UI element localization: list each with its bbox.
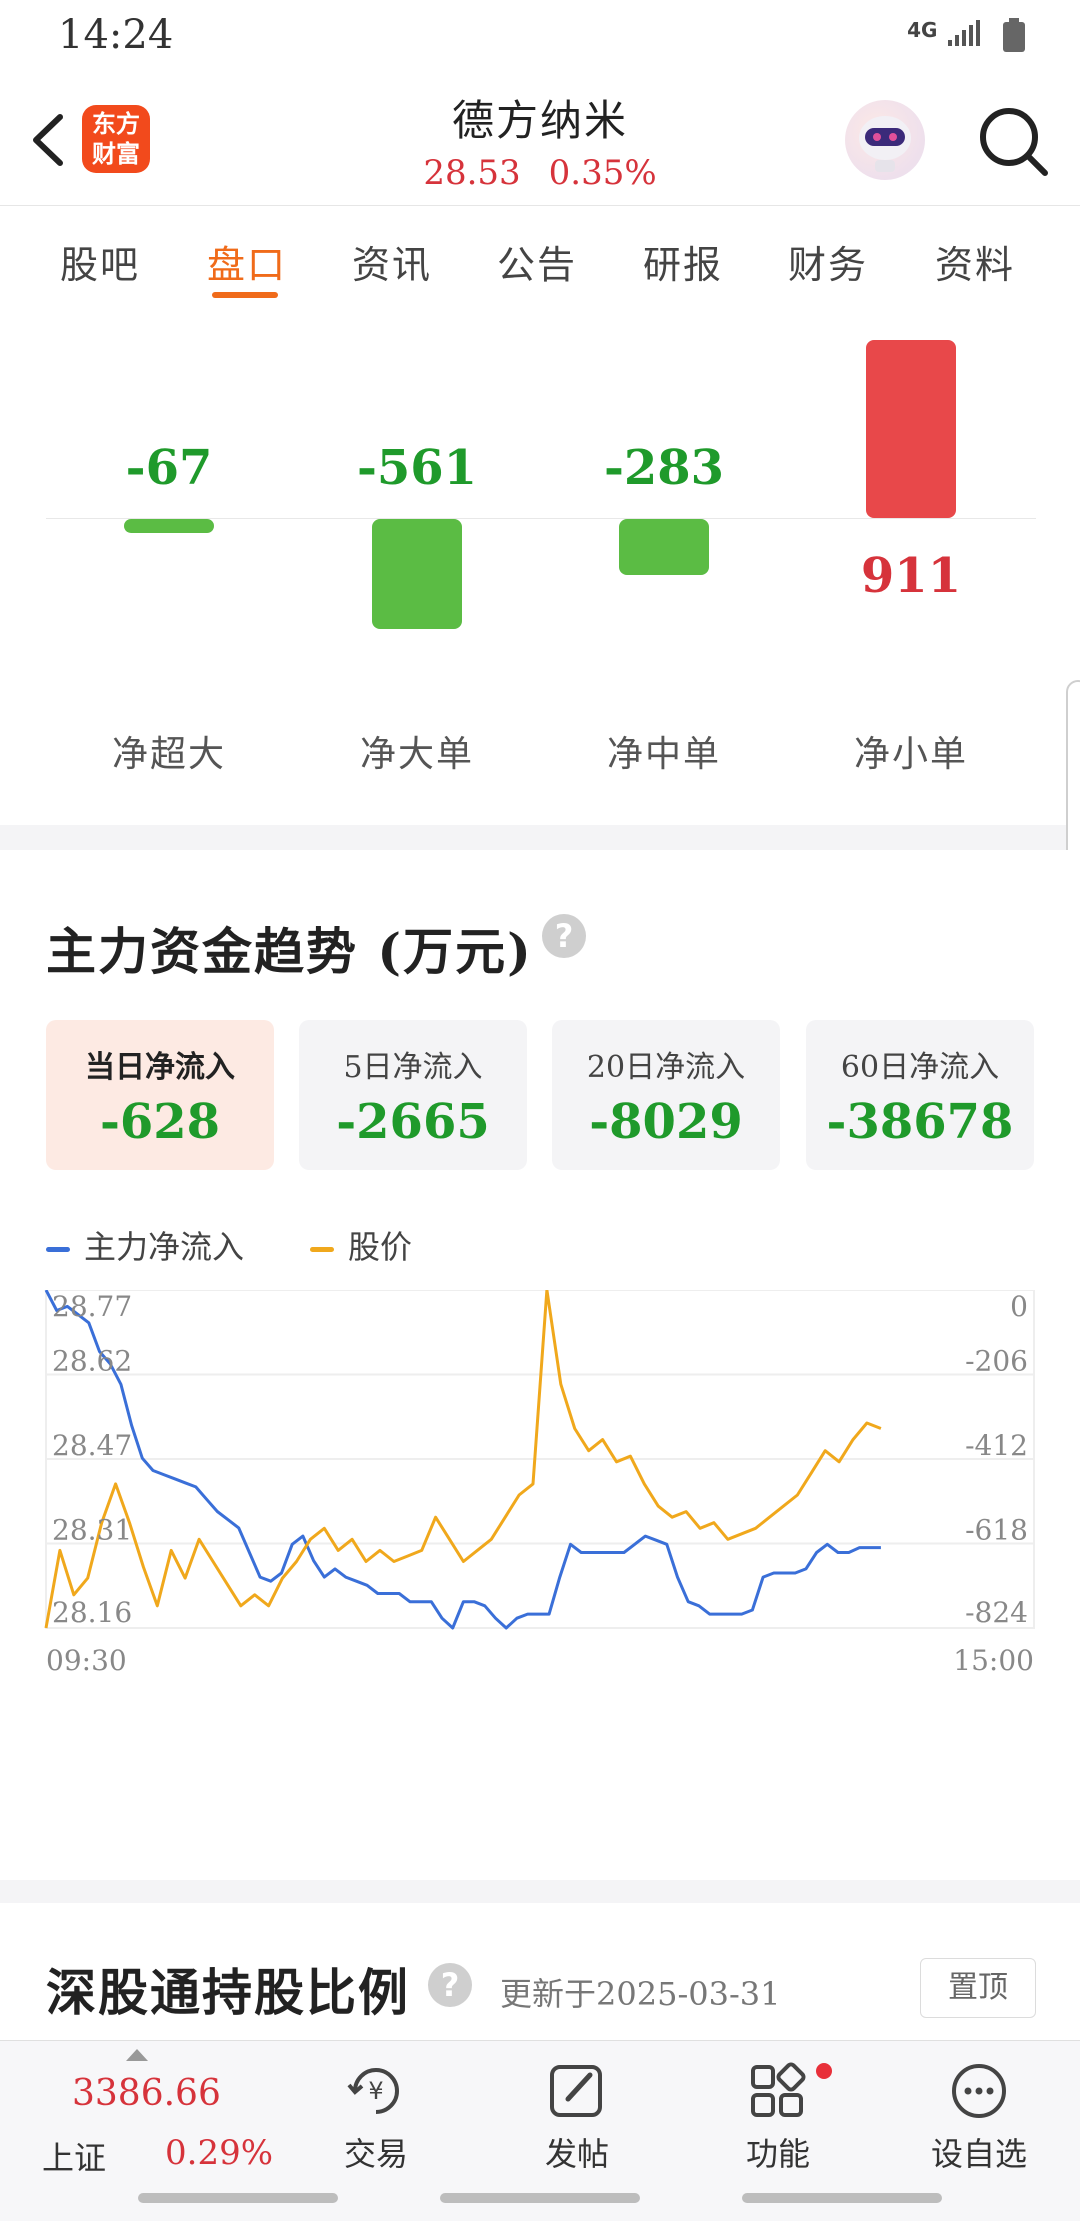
value-large: -561 (356, 440, 478, 496)
label-super-large: 净超大 (111, 734, 226, 775)
tab-finance[interactable]: 财务 (788, 234, 868, 289)
x-axis-end-label: 15:00 (953, 1644, 1034, 1677)
stock-change-pct: 0.35% (548, 153, 657, 193)
grid-apps-icon (751, 2062, 806, 2117)
index-value[interactable]: 3386.66 (72, 2073, 221, 2114)
status-bar: 14:24 4G (0, 0, 1080, 75)
index-change-pct[interactable]: 0.29% (165, 2133, 273, 2173)
holding-help-icon[interactable]: ? (428, 1963, 472, 2007)
nav-post[interactable]: 发帖 (497, 2061, 657, 2175)
left-axis-tick: 28.77 (52, 1290, 132, 1323)
right-axis-tick: -412 (965, 1429, 1028, 1462)
tab-news[interactable]: 资讯 (352, 234, 432, 289)
legend-swatch (46, 1247, 70, 1252)
active-tab-indicator (212, 292, 278, 298)
x-axis-start-label: 09:30 (46, 1644, 127, 1677)
stock-price: 28.53 (423, 153, 521, 193)
bar-small (866, 340, 956, 518)
search-icon[interactable] (975, 103, 1051, 179)
battery-icon (1003, 18, 1025, 52)
right-axis-tick: -206 (965, 1345, 1028, 1378)
left-axis-tick: 28.47 (52, 1429, 132, 1462)
compose-icon (550, 2065, 602, 2117)
notification-dot (816, 2063, 832, 2079)
label-large: 净大单 (359, 734, 474, 775)
card-today-net-inflow[interactable]: 当日净流入 -628 (46, 1020, 274, 1170)
tab-profile[interactable]: 资料 (935, 234, 1015, 289)
tab-guba[interactable]: 股吧 (60, 234, 140, 289)
right-axis-tick: -618 (965, 1514, 1028, 1547)
card-5d-net-inflow[interactable]: 5日净流入 -2665 (299, 1020, 527, 1170)
card-60d-net-inflow[interactable]: 60日净流入 -38678 (806, 1020, 1034, 1170)
value-super-large: -67 (125, 440, 213, 496)
legend-main-inflow: 主力净流入 (46, 1222, 244, 1268)
tab-reports[interactable]: 研报 (643, 234, 723, 289)
tab-announcements[interactable]: 公告 (497, 234, 577, 289)
left-axis-tick: 28.31 (52, 1514, 132, 1547)
status-icons: 4G (907, 18, 1028, 52)
card-20d-net-inflow[interactable]: 20日净流入 -8029 (552, 1020, 780, 1170)
tab-pankou[interactable]: 盘口 (207, 234, 287, 289)
signal-icon (947, 20, 980, 46)
holding-ratio-section: 深股通持股比例 ? 更新于2025-03-31 置顶 (0, 1903, 1080, 2043)
label-medium: 净中单 (606, 734, 721, 775)
main-fund-trend-section: 主力资金趋势 (万元) ? 当日净流入 -628 5日净流入 -2665 20日… (0, 850, 1080, 1880)
legend-swatch (310, 1247, 334, 1252)
net-flow-section: -67 净超大 -561 净大单 -283 净中单 911 净小单 (0, 310, 1080, 825)
value-medium: -283 (603, 440, 725, 496)
right-axis-tick: -824 (965, 1596, 1028, 1629)
bar-medium (619, 519, 709, 575)
nav-add-watchlist[interactable]: 设自选 (899, 2061, 1059, 2175)
bottom-nav: 3386.66 上证 0.29% ¥ 交易 发帖 功能 设自选 (0, 2040, 1080, 2221)
right-axis-tick: 0 (1010, 1290, 1028, 1323)
assistant-avatar-icon[interactable] (845, 100, 925, 180)
status-time: 14:24 (58, 12, 174, 58)
gesture-bar-right (742, 2193, 942, 2203)
caret-up-icon (126, 2049, 148, 2061)
section-title: 主力资金趋势 (万元) (46, 922, 533, 981)
left-axis-tick: 28.62 (52, 1345, 132, 1378)
pin-button[interactable]: 置顶 (920, 1958, 1036, 2018)
help-icon[interactable]: ? (542, 914, 586, 958)
left-axis-tick: 28.16 (52, 1596, 132, 1629)
legend-stock-price: 股价 (310, 1222, 412, 1268)
stock-header: 东方财富 德方纳米 28.53 0.35% (0, 75, 1080, 205)
nav-functions[interactable]: 功能 (698, 2061, 858, 2175)
label-small: 净小单 (853, 734, 968, 775)
svg-text:¥: ¥ (368, 2077, 383, 2105)
gesture-bar-center (440, 2193, 640, 2203)
bar-super-large (124, 519, 214, 533)
network-label: 4G (907, 18, 938, 42)
trend-chart[interactable]: 28.77 28.62 28.47 28.31 28.16 0 -206 -412 -618 -8… (0, 1290, 1080, 1710)
more-circle-icon (952, 2064, 1006, 2118)
trade-icon: ¥ (347, 2068, 399, 2114)
gesture-bar-left (138, 2193, 338, 2203)
update-date: 更新于2025-03-31 (500, 1975, 781, 2013)
value-small: 911 (860, 548, 962, 604)
index-name[interactable]: 上证 (42, 2133, 106, 2179)
tab-bar: 股吧 盘口 资讯 公告 研报 财务 资料 (0, 205, 1080, 311)
nav-trade[interactable]: ¥ 交易 (296, 2061, 456, 2175)
holding-section-title: 深股通持股比例 (46, 1963, 410, 2022)
bar-large (372, 519, 462, 629)
